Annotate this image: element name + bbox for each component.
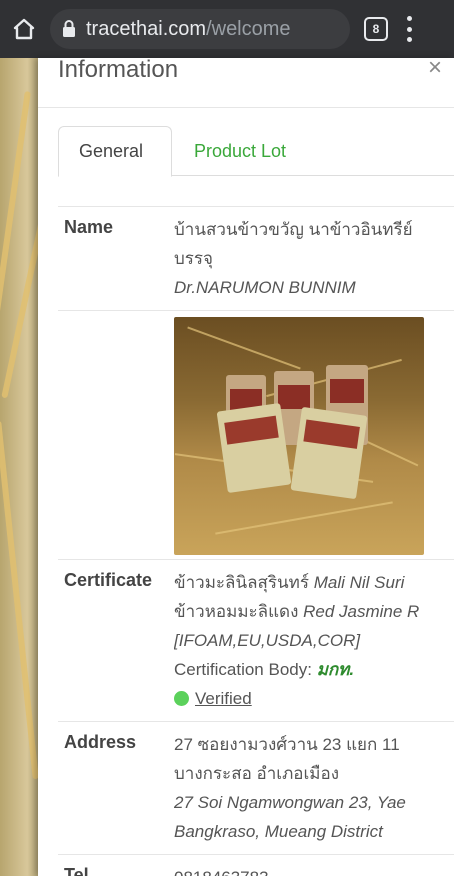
photo-label-cell xyxy=(58,311,174,559)
tab-switcher-button[interactable]: 8 xyxy=(364,17,388,41)
photo-cell xyxy=(174,311,454,559)
name-value: บ้านสวนข้าวขวัญ นาข้าวอินทรีย์ บรรจุ Dr.… xyxy=(174,207,454,310)
address-english-2: Bangkraso, Mueang District xyxy=(174,822,383,841)
name-label: Name xyxy=(64,217,114,237)
address-label: Address xyxy=(64,732,137,752)
tab-bar: General Product Lot xyxy=(58,126,454,177)
cert-2-thai: ข้าวหอมมะลิแดง xyxy=(174,602,304,621)
address-thai-1: 27 ซอยงามวงศ์วาน 23 แยก 11 xyxy=(174,735,400,754)
modal-header: Information × xyxy=(38,58,454,108)
address-value: 27 ซอยงามวงศ์วาน 23 แยก 11 บางกระสอ อำเภ… xyxy=(174,722,454,854)
tel-label: Tel xyxy=(64,865,89,876)
certificate-label: Certificate xyxy=(64,570,153,590)
cert-body-label: Certification Body: xyxy=(174,660,317,679)
certificate-row: Certificate ข้าวมะลินิลสุรินทร์ Mali Nil… xyxy=(58,559,454,721)
cert-standards: [IFOAM,EU,USDA,COR] xyxy=(174,631,361,650)
name-row: Name บ้านสวนข้าวขวัญ นาข้าวอินทรีย์ บรรจ… xyxy=(58,206,454,310)
address-row: Address 27 ซอยงามวงศ์วาน 23 แยก 11 บางกร… xyxy=(58,721,454,854)
tab-general[interactable]: General xyxy=(58,126,172,177)
name-english: Dr.NARUMON BUNNIM xyxy=(174,278,356,297)
cert-line-2: ข้าวหอมมะลิแดง Red Jasmine R xyxy=(174,597,454,626)
name-thai: บ้านสวนข้าวขวัญ นาข้าวอินทรีย์ xyxy=(174,220,413,239)
cert-2-english: Red Jasmine R xyxy=(303,602,420,621)
more-menu-icon[interactable] xyxy=(402,16,416,42)
verified-dot-icon xyxy=(174,691,189,706)
cert-body-value: มกท. xyxy=(316,660,355,679)
lock-icon xyxy=(63,20,75,37)
name-thai-2: บรรจุ xyxy=(174,249,214,268)
browser-toolbar: tracethai.com/welcome 8 xyxy=(0,0,454,58)
information-modal: Information × General Product Lot Name บ… xyxy=(38,58,454,876)
tab-product-lot[interactable]: Product Lot xyxy=(174,126,306,177)
modal-title: Information xyxy=(58,58,179,83)
url-host: tracethai.com xyxy=(86,17,207,40)
tel-value: 0818463783 xyxy=(174,855,454,876)
cert-1-english: Mali Nil Suri xyxy=(313,573,405,592)
tel-row: Tel 0818463783 xyxy=(58,854,454,876)
address-bar[interactable]: tracethai.com/welcome xyxy=(50,9,350,49)
photo-row xyxy=(58,310,454,559)
info-table: Name บ้านสวนข้าวขวัญ นาข้าวอินทรีย์ บรรจ… xyxy=(58,206,454,876)
certificate-value: ข้าวมะลินิลสุรินทร์ Mali Nil Suri ข้าวหอ… xyxy=(174,560,454,721)
cert-body: Certification Body: มกท. xyxy=(174,655,454,684)
home-icon xyxy=(13,18,35,40)
home-button[interactable] xyxy=(8,13,40,45)
address-english-1: 27 Soi Ngamwongwan 23, Yae xyxy=(174,793,406,812)
close-icon[interactable]: × xyxy=(428,58,442,82)
cert-1-thai: ข้าวมะลินิลสุรินทร์ xyxy=(174,573,314,592)
verified-link[interactable]: Verified xyxy=(195,689,252,708)
product-photo xyxy=(174,317,424,555)
cert-line-1: ข้าวมะลินิลสุรินทร์ Mali Nil Suri xyxy=(174,568,454,597)
url-path: /welcome xyxy=(206,17,291,40)
address-thai-2: บางกระสอ อำเภอเมือง xyxy=(174,764,340,783)
verified-status: Verified xyxy=(174,684,454,713)
